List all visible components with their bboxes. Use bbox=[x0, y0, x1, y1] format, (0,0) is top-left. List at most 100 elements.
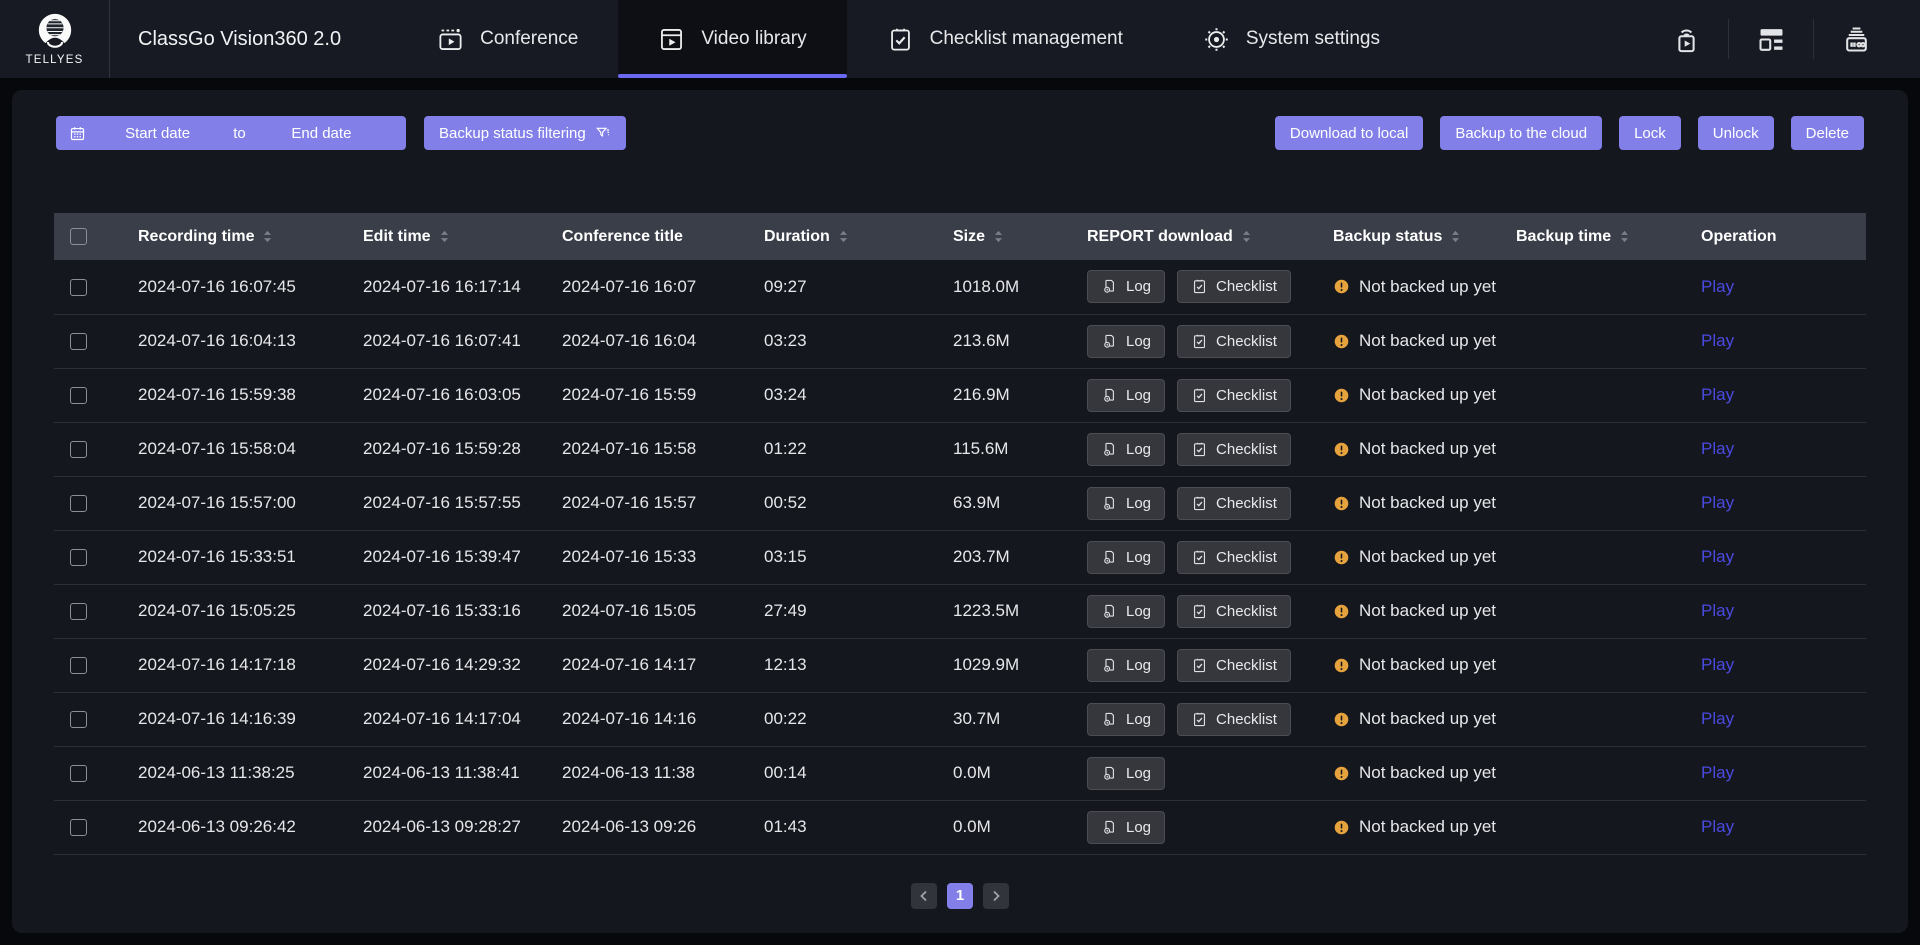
log-download-button[interactable]: Log bbox=[1087, 433, 1165, 466]
layout-icon-button[interactable] bbox=[1729, 24, 1813, 55]
play-link[interactable]: Play bbox=[1701, 601, 1734, 620]
recorder-icon-button[interactable] bbox=[1814, 24, 1898, 55]
row-select-cell bbox=[54, 692, 138, 746]
date-range-picker[interactable]: Start date to End date bbox=[56, 116, 406, 150]
play-link[interactable]: Play bbox=[1701, 277, 1734, 296]
report-download-cell: Log Checklist bbox=[1087, 638, 1333, 692]
play-link[interactable]: Play bbox=[1701, 655, 1734, 674]
table-row: 2024-07-16 16:07:452024-07-16 16:17:1420… bbox=[54, 260, 1866, 314]
column-header-recording-time[interactable]: Recording time bbox=[138, 213, 363, 260]
warning-icon bbox=[1333, 333, 1350, 350]
action-label: Delete bbox=[1806, 125, 1849, 142]
size-cell: 1029.9M bbox=[953, 638, 1087, 692]
duration-cell: 03:15 bbox=[764, 530, 953, 584]
checklist-download-button[interactable]: Checklist bbox=[1177, 433, 1291, 466]
backup-status-text: Not backed up yet bbox=[1359, 763, 1496, 783]
checklist-small-icon bbox=[1191, 278, 1208, 295]
backup-status-cell: Not backed up yet bbox=[1333, 314, 1516, 368]
column-header-report-download[interactable]: REPORT download bbox=[1087, 213, 1333, 260]
conference-title-cell: 2024-07-16 15:05 bbox=[562, 584, 764, 638]
log-download-button[interactable]: Log bbox=[1087, 703, 1165, 736]
checklist-download-button[interactable]: Checklist bbox=[1177, 325, 1291, 358]
checklist-download-button[interactable]: Checklist bbox=[1177, 649, 1291, 682]
row-checkbox[interactable] bbox=[70, 495, 87, 512]
backup-time-cell bbox=[1516, 638, 1701, 692]
row-checkbox[interactable] bbox=[70, 549, 87, 566]
column-header-backup-status[interactable]: Backup status bbox=[1333, 213, 1516, 260]
backup-status-filter-button[interactable]: Backup status filtering bbox=[424, 116, 626, 150]
table-row: 2024-07-16 14:16:392024-07-16 14:17:0420… bbox=[54, 692, 1866, 746]
checklist-download-button[interactable]: Checklist bbox=[1177, 595, 1291, 628]
checklist-download-button[interactable]: Checklist bbox=[1177, 379, 1291, 412]
column-header-size[interactable]: Size bbox=[953, 213, 1087, 260]
prev-page-button[interactable] bbox=[911, 883, 937, 909]
log-download-button[interactable]: Log bbox=[1087, 270, 1165, 303]
backup-time-cell bbox=[1516, 260, 1701, 314]
unlock-button[interactable]: Unlock bbox=[1698, 116, 1774, 150]
row-checkbox[interactable] bbox=[70, 603, 87, 620]
tab-checklist-management[interactable]: Checklist management bbox=[847, 0, 1163, 78]
checklist-download-button[interactable]: Checklist bbox=[1177, 487, 1291, 520]
delete-button[interactable]: Delete bbox=[1791, 116, 1864, 150]
tab-conference[interactable]: Conference bbox=[397, 0, 618, 78]
backup-to-the-cloud-button[interactable]: Backup to the cloud bbox=[1440, 116, 1602, 150]
column-header-backup-time[interactable]: Backup time bbox=[1516, 213, 1701, 260]
log-download-button[interactable]: Log bbox=[1087, 595, 1165, 628]
log-download-button[interactable]: Log bbox=[1087, 811, 1165, 844]
play-link[interactable]: Play bbox=[1701, 385, 1734, 404]
backup-status-text: Not backed up yet bbox=[1359, 817, 1496, 837]
report-download-cell: Log Checklist bbox=[1087, 368, 1333, 422]
top-nav: TELLYES ClassGo Vision360 2.0 Conference… bbox=[0, 0, 1920, 78]
cast-icon-button[interactable] bbox=[1644, 24, 1728, 55]
size-cell: 1223.5M bbox=[953, 584, 1087, 638]
size-cell: 63.9M bbox=[953, 476, 1087, 530]
checklist-button-label: Checklist bbox=[1216, 441, 1277, 458]
backup-status-text: Not backed up yet bbox=[1359, 385, 1496, 405]
log-button-label: Log bbox=[1126, 711, 1151, 728]
next-page-button[interactable] bbox=[983, 883, 1009, 909]
log-download-button[interactable]: Log bbox=[1087, 487, 1165, 520]
play-link[interactable]: Play bbox=[1701, 439, 1734, 458]
row-checkbox[interactable] bbox=[70, 819, 87, 836]
row-checkbox[interactable] bbox=[70, 441, 87, 458]
end-date-placeholder[interactable]: End date bbox=[250, 125, 393, 142]
recording-time-cell: 2024-07-16 15:05:25 bbox=[138, 584, 363, 638]
duration-cell: 27:49 bbox=[764, 584, 953, 638]
duration-cell: 01:22 bbox=[764, 422, 953, 476]
play-link[interactable]: Play bbox=[1701, 547, 1734, 566]
checklist-download-button[interactable]: Checklist bbox=[1177, 270, 1291, 303]
download-to-local-button[interactable]: Download to local bbox=[1275, 116, 1423, 150]
row-checkbox[interactable] bbox=[70, 279, 87, 296]
checklist-small-icon bbox=[1191, 657, 1208, 674]
checklist-download-button[interactable]: Checklist bbox=[1177, 703, 1291, 736]
operation-cell: Play bbox=[1701, 746, 1866, 800]
row-checkbox[interactable] bbox=[70, 765, 87, 782]
play-link[interactable]: Play bbox=[1701, 709, 1734, 728]
row-checkbox[interactable] bbox=[70, 657, 87, 674]
tab-video-library[interactable]: Video library bbox=[618, 0, 846, 78]
tab-system-settings[interactable]: System settings bbox=[1163, 0, 1420, 78]
column-header-duration[interactable]: Duration bbox=[764, 213, 953, 260]
page-1-button[interactable]: 1 bbox=[947, 883, 973, 909]
checklist-download-button[interactable]: Checklist bbox=[1177, 541, 1291, 574]
play-link[interactable]: Play bbox=[1701, 817, 1734, 836]
play-link[interactable]: Play bbox=[1701, 763, 1734, 782]
select-all-checkbox[interactable] bbox=[70, 228, 87, 245]
row-checkbox[interactable] bbox=[70, 387, 87, 404]
size-cell: 0.0M bbox=[953, 746, 1087, 800]
play-link[interactable]: Play bbox=[1701, 331, 1734, 350]
logo-text: TELLYES bbox=[25, 54, 83, 66]
log-download-button[interactable]: Log bbox=[1087, 325, 1165, 358]
log-download-button[interactable]: Log bbox=[1087, 649, 1165, 682]
log-download-button[interactable]: Log bbox=[1087, 541, 1165, 574]
warning-icon bbox=[1333, 765, 1350, 782]
row-checkbox[interactable] bbox=[70, 333, 87, 350]
start-date-placeholder[interactable]: Start date bbox=[86, 125, 229, 142]
row-checkbox[interactable] bbox=[70, 711, 87, 728]
play-link[interactable]: Play bbox=[1701, 493, 1734, 512]
log-download-button[interactable]: Log bbox=[1087, 757, 1165, 790]
lock-button[interactable]: Lock bbox=[1619, 116, 1681, 150]
log-download-button[interactable]: Log bbox=[1087, 379, 1165, 412]
checklist-small-icon bbox=[1191, 441, 1208, 458]
column-header-edit-time[interactable]: Edit time bbox=[363, 213, 562, 260]
